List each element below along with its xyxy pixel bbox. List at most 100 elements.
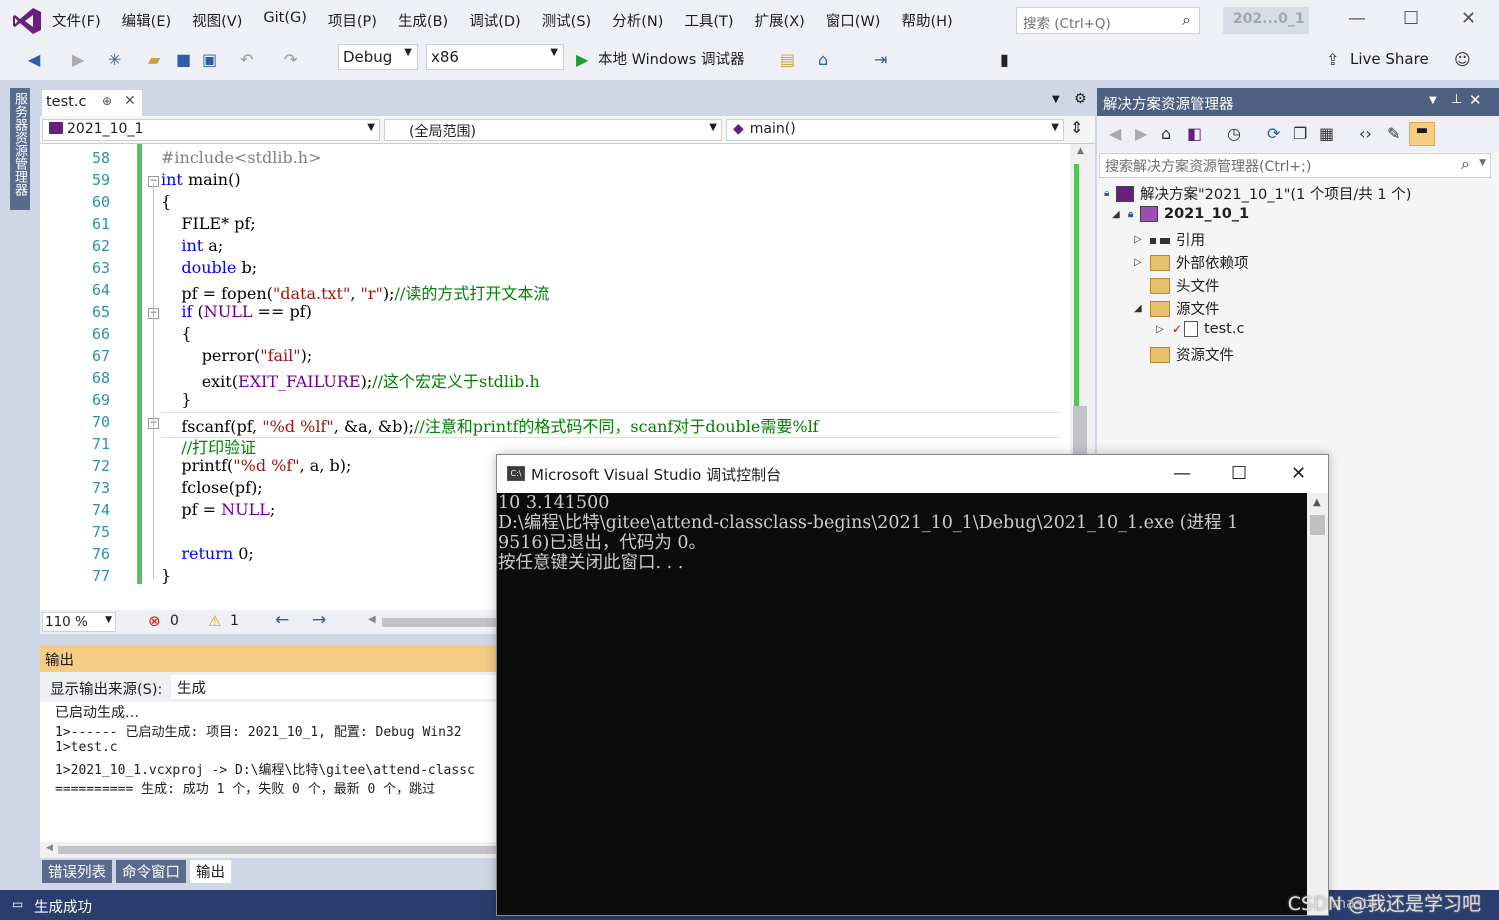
tab-output[interactable]: 输出 [190, 860, 231, 883]
tree-solution[interactable]: 🔒︎ 解决方案"2021_10_1"(1 个项目/共 1 个) [1104, 183, 1411, 204]
step-icon[interactable]: ⇥ [874, 50, 887, 69]
configuration-select[interactable]: Debug ▼ [338, 44, 418, 70]
console-scroll-thumb[interactable] [1310, 515, 1325, 535]
menu-extensions[interactable]: 扩展(X) [755, 10, 805, 31]
home-icon[interactable]: ⌂ [1161, 124, 1171, 143]
code-line[interactable]: } [161, 390, 191, 409]
console-title-bar[interactable]: C:\ Microsoft Visual Studio 调试控制台 — ☐ ✕ [497, 455, 1328, 493]
undo-icon[interactable]: ↶ [240, 50, 253, 69]
back-icon[interactable]: ◀ [1109, 124, 1121, 143]
minimize-icon[interactable]: — [1348, 8, 1366, 29]
tree-header-files[interactable]: 头文件 [1134, 275, 1220, 296]
tree-source-files[interactable]: ◢ 源文件 [1134, 298, 1220, 319]
menu-analyze[interactable]: 分析(N) [612, 10, 663, 31]
live-share-icon[interactable]: ⇪ [1326, 50, 1339, 69]
code-line[interactable]: fscanf(pf, "%d %lf", &a, &b);//注意和printf… [161, 412, 1061, 438]
code-line[interactable]: return 0; [161, 544, 253, 563]
start-debugging-icon[interactable]: ▶ [576, 50, 588, 69]
preview-selected-icon[interactable]: ▬ [1409, 122, 1435, 146]
menu-file[interactable]: 文件(F) [52, 10, 101, 31]
server-explorer-tab[interactable]: 服务器资源管理器 [10, 88, 30, 210]
solution-explorer-search[interactable]: 搜索解决方案资源管理器(Ctrl+;) ⌕ ▼ [1099, 153, 1491, 178]
code-line[interactable]: if (NULL == pf) [161, 302, 312, 321]
expanded-triangle-icon[interactable]: ◢ [1134, 303, 1150, 314]
collapsed-triangle-icon[interactable]: ▷ [1134, 234, 1150, 245]
editor-hscroll-thumb[interactable] [382, 618, 500, 627]
menu-debug[interactable]: 调试(D) [469, 10, 520, 31]
code-line[interactable]: { [161, 324, 191, 343]
find-in-files-icon[interactable]: ▤ [780, 50, 795, 69]
code-line[interactable]: { [161, 192, 171, 211]
run-label[interactable]: 本地 Windows 调试器 [598, 48, 744, 69]
warning-icon[interactable]: ⚠ [208, 612, 221, 630]
code-line[interactable]: printf("%d %f", a, b); [161, 456, 351, 475]
previous-issue-icon[interactable]: ← [275, 610, 289, 630]
collapsed-triangle-icon[interactable]: ▷ [1134, 257, 1150, 268]
output-text[interactable]: 已启动生成… 1>------ 已启动生成: 项目: 2021_10_1, 配置… [40, 702, 500, 842]
function-nav-select[interactable]: ◆ main() ▼ [726, 119, 1064, 141]
tree-references[interactable]: ▷ 引用 [1134, 229, 1205, 250]
search-input[interactable]: 搜索 (Ctrl+Q) ⌕ [1016, 7, 1200, 34]
code-line[interactable]: #include<stdlib.h> [161, 148, 321, 167]
open-folder-icon[interactable]: ▰ [148, 50, 160, 69]
code-line[interactable]: double b; [161, 258, 257, 277]
next-issue-icon[interactable]: → [312, 610, 326, 630]
output-source-select[interactable]: 生成 [171, 675, 501, 699]
project-nav-select[interactable]: 2021_10_1 ▼ [42, 119, 380, 141]
menu-git[interactable]: Git(G) [263, 10, 307, 31]
view-code-icon[interactable]: ‹› [1359, 124, 1372, 143]
settings-gear-icon[interactable]: ⚙ [1074, 91, 1087, 107]
console-close-icon[interactable]: ✕ [1291, 463, 1306, 484]
menu-view[interactable]: 视图(V) [192, 10, 242, 31]
maximize-icon[interactable]: ☐ [1403, 8, 1419, 29]
warning-count[interactable]: 1 [230, 613, 239, 629]
output-hscroll-thumb[interactable] [58, 846, 498, 854]
pending-changes-icon[interactable]: ◷ [1227, 124, 1241, 143]
pin-icon[interactable]: ⊥ [1451, 92, 1462, 107]
tab-command-window[interactable]: 命令窗口 [116, 860, 186, 883]
scroll-thumb[interactable] [1073, 406, 1087, 456]
console-maximize-icon[interactable]: ☐ [1231, 463, 1247, 484]
scroll-up-icon[interactable]: ▲ [1077, 146, 1084, 156]
tab-error-list[interactable]: 错误列表 [42, 860, 112, 883]
hscroll-left-icon[interactable]: ◀ [46, 843, 53, 853]
split-icon[interactable]: ⇕ [1070, 118, 1083, 137]
output-hscrollbar[interactable]: ◀ [40, 842, 500, 858]
code-line[interactable]: int main() [161, 170, 241, 189]
menu-tools[interactable]: 工具(T) [684, 10, 733, 31]
menu-help[interactable]: 帮助(H) [901, 10, 952, 31]
chevron-down-icon[interactable]: ▼ [1479, 158, 1486, 168]
browser-icon[interactable]: ⌂ [818, 50, 828, 69]
error-count[interactable]: 0 [170, 613, 179, 629]
code-line[interactable]: fclose(pf); [161, 478, 262, 497]
hscroll-left-icon[interactable]: ◀ [368, 614, 376, 625]
collapsed-triangle-icon[interactable]: ▷ [1156, 324, 1172, 335]
feedback-icon[interactable]: ☺ [1454, 50, 1471, 69]
error-icon[interactable]: ⊗ [148, 612, 161, 630]
console-minimize-icon[interactable]: — [1173, 463, 1191, 484]
code-line[interactable]: pf = NULL; [161, 500, 275, 519]
scroll-up-icon[interactable]: ▲ [1313, 497, 1321, 508]
tree-external-deps[interactable]: ▷ 外部依赖项 [1134, 252, 1249, 273]
pin-icon[interactable]: ⊕ [102, 94, 112, 108]
console-output[interactable]: 10 3.141500 D:\编程\比特\gitee\attend-classc… [497, 493, 1307, 915]
bookmark-icon[interactable]: ▮ [1000, 50, 1009, 69]
platform-select[interactable]: x86 ▼ [426, 44, 564, 70]
code-line[interactable]: FILE* pf; [161, 214, 255, 233]
close-panel-icon[interactable]: ✕ [1469, 91, 1482, 109]
switch-view-icon[interactable]: ◧ [1187, 124, 1202, 143]
close-tab-icon[interactable]: ✕ [124, 93, 136, 109]
menu-project[interactable]: 项目(P) [328, 10, 377, 31]
sync-icon[interactable]: ⟳ [1267, 124, 1280, 143]
collapse-all-icon[interactable]: ❐ [1293, 124, 1307, 143]
code-line[interactable]: pf = fopen("data.txt", "r");//读的方式打开文本流 [161, 280, 549, 304]
code-line[interactable]: exit(EXIT_FAILURE);//这个宏定义于stdlib.h [161, 368, 540, 392]
menu-build[interactable]: 生成(B) [398, 10, 448, 31]
close-icon[interactable]: ✕ [1461, 8, 1476, 29]
code-line[interactable]: } [161, 566, 171, 585]
expanded-triangle-icon[interactable]: ◢ [1112, 209, 1128, 220]
tab-dropdown-icon[interactable]: ▼ [1052, 94, 1060, 105]
tree-project[interactable]: ◢ 🔒︎ 2021_10_1 [1112, 206, 1249, 222]
live-share-button[interactable]: Live Share [1350, 50, 1429, 68]
tree-resource-files[interactable]: 资源文件 [1134, 344, 1234, 365]
